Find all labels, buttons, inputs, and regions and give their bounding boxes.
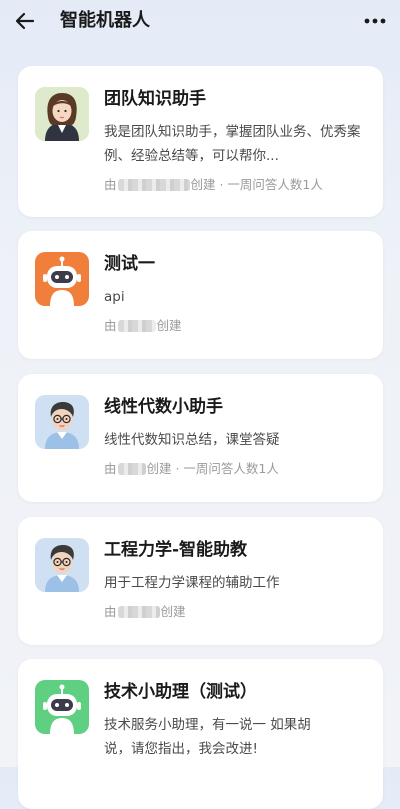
- meta-prefix: 由: [104, 461, 117, 476]
- bot-name: 测试一: [104, 254, 155, 274]
- bot-name: 线性代数小助手: [104, 397, 223, 417]
- meta-prefix: 由: [104, 177, 117, 192]
- bot-card-linear-algebra[interactable]: 线性代数小助手 线性代数知识总结，课堂答疑 由 创建 · 一周问答人数1人: [18, 374, 383, 502]
- bot-meta: 由 创建: [104, 603, 186, 621]
- blurred-creator-name: [117, 320, 156, 332]
- back-button[interactable]: [8, 6, 42, 36]
- blurred-creator-name: [117, 463, 146, 475]
- meta-prefix: 由: [104, 604, 117, 619]
- bot-name: 团队知识助手: [104, 89, 206, 109]
- blurred-creator-name: [117, 606, 160, 618]
- bot-description: 用于工程力学课程的辅助工作: [104, 575, 280, 591]
- arrow-left-icon: [15, 12, 35, 30]
- bot-name: 技术小助理（测试）: [104, 682, 257, 702]
- bot-description: 技术服务小助理，有一说一 如果胡说，请您指出，我会改进!: [104, 717, 311, 757]
- bot-name: 工程力学-智能助教: [104, 540, 248, 560]
- meta-suffix: 创建 · 一周问答人数1人: [146, 461, 279, 476]
- meta-suffix: 创建: [156, 318, 182, 333]
- bot-description: 线性代数知识总结，课堂答疑: [104, 432, 280, 448]
- bot-meta: 由 创建 · 一周问答人数1人: [104, 460, 279, 478]
- robot-green-avatar: [35, 680, 89, 734]
- meta-suffix: 创建: [160, 604, 186, 619]
- male-teacher-avatar: [35, 538, 89, 592]
- bot-card-team-knowledge[interactable]: 团队知识助手 我是团队知识助手，掌握团队业务、优秀案例、经验总结等，可以帮你..…: [18, 66, 383, 217]
- bot-card-test-one[interactable]: 测试一 api 由 创建: [18, 231, 383, 359]
- female-teacher-avatar: [35, 87, 89, 141]
- more-dots-icon: [364, 18, 386, 24]
- male-teacher-avatar: [35, 395, 89, 449]
- more-button[interactable]: [360, 6, 390, 36]
- meta-prefix: 由: [104, 318, 117, 333]
- meta-suffix: 创建 · 一周问答人数1人: [190, 177, 323, 192]
- robot-orange-avatar: [35, 252, 89, 306]
- bot-card-engineering-mechanics[interactable]: 工程力学-智能助教 用于工程力学课程的辅助工作 由 创建: [18, 517, 383, 645]
- bot-meta: 由 创建: [104, 317, 182, 335]
- bot-meta: 由 创建 · 一周问答人数1人: [104, 176, 323, 194]
- page-title: 智能机器人: [60, 10, 150, 31]
- blurred-creator-name: [117, 179, 190, 191]
- bot-description: 我是团队知识助手，掌握团队业务、优秀案例、经验总结等，可以帮你...: [104, 124, 361, 164]
- bot-description: api: [104, 289, 125, 305]
- bot-card-tech-assistant[interactable]: 技术小助理（测试） 技术服务小助理，有一说一 如果胡说，请您指出，我会改进!: [18, 659, 383, 809]
- top-bar: 智能机器人: [0, 0, 400, 42]
